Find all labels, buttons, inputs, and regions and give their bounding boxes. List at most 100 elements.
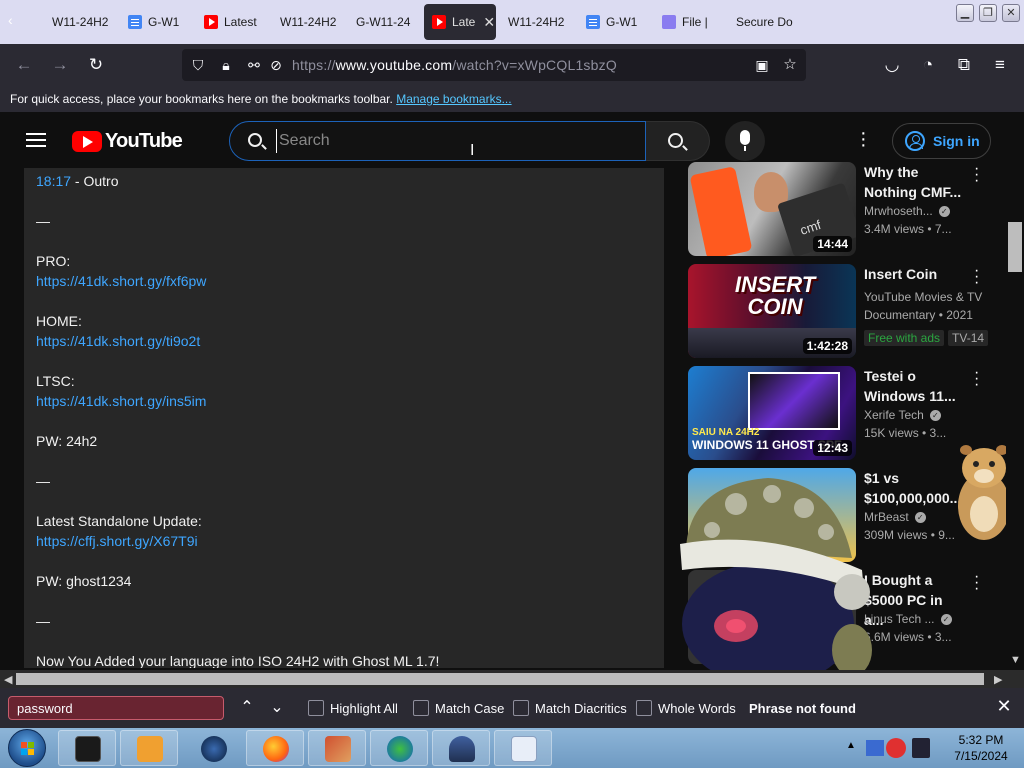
- video-title[interactable]: Testei o Windows 11...: [864, 366, 964, 406]
- tab-7[interactable]: W11-24H2: [496, 4, 574, 40]
- taskbar-app-tools[interactable]: [308, 730, 366, 766]
- tab-10[interactable]: Secure Do: [724, 4, 796, 40]
- search-button[interactable]: [646, 121, 710, 161]
- tab-4[interactable]: W11-24H2: [266, 4, 342, 40]
- extensions-icon[interactable]: ⧉: [952, 53, 976, 77]
- more-options-icon[interactable]: · · ·: [974, 263, 979, 291]
- video-title[interactable]: Why the Nothing CMF...: [864, 162, 964, 202]
- find-next-icon[interactable]: ⌄: [266, 697, 288, 719]
- match-diacritics-checkbox[interactable]: Match Diacritics: [513, 700, 627, 716]
- description-link[interactable]: https://41dk.short.gy/ins5im: [36, 391, 206, 411]
- tab-9[interactable]: File |: [650, 4, 722, 40]
- recommendation-item[interactable]: cmf 14:44 Why the Nothing CMF... Mrwhose…: [688, 161, 988, 258]
- tab-2[interactable]: G-W1: [116, 4, 190, 40]
- taskbar-app-globe[interactable]: [184, 730, 242, 766]
- search-box[interactable]: [229, 121, 646, 161]
- tab-1[interactable]: W11-24H2: [38, 4, 116, 40]
- channel-name[interactable]: Linus Tech ... ✓: [864, 612, 952, 626]
- notepad-icon: [511, 736, 537, 762]
- forward-icon[interactable]: →: [48, 53, 72, 77]
- maximize-button[interactable]: ❐: [979, 4, 997, 22]
- hamburger-menu-icon[interactable]: [26, 133, 46, 147]
- recommendation-item[interactable]: SAIU NA 24H2 WINDOWS 11 GHOST SPE 12:43 …: [688, 365, 988, 462]
- taskbar-app-media[interactable]: [120, 730, 178, 766]
- channel-name[interactable]: YouTube Movies & TV: [864, 290, 982, 304]
- more-options-icon[interactable]: · · ·: [974, 365, 979, 393]
- back-icon[interactable]: ←: [12, 53, 36, 77]
- channel-name[interactable]: Xerife Tech ✓: [864, 408, 941, 422]
- find-previous-icon[interactable]: ⌃: [236, 697, 258, 719]
- video-thumbnail[interactable]: cmf 14:44: [688, 162, 856, 256]
- tray-app-icon[interactable]: [886, 738, 906, 758]
- video-meta: 6.6M views • 3...: [864, 630, 952, 644]
- description-link[interactable]: https://cffj.short.gy/X67T9i: [36, 531, 198, 551]
- account-icon[interactable]: ◔: [916, 53, 940, 77]
- sign-in-button[interactable]: Sign in: [892, 123, 991, 159]
- tray-expand-icon[interactable]: ▲: [846, 740, 856, 751]
- tracking-off-icon[interactable]: ⊘: [264, 53, 288, 77]
- taskbar-app-network[interactable]: [432, 730, 490, 766]
- url-text[interactable]: https://www.youtube.com/watch?v=xWpCQL1s…: [292, 57, 617, 73]
- description-line: LTSC:: [36, 373, 75, 389]
- system-tray[interactable]: [860, 730, 940, 766]
- permissions-icon[interactable]: ⚯: [242, 53, 266, 77]
- timestamp-link[interactable]: 18:17: [36, 173, 71, 189]
- horizontal-scrollbar-thumb[interactable]: [16, 673, 984, 685]
- vertical-scrollbar[interactable]: ▼: [1006, 168, 1024, 670]
- minimize-button[interactable]: ▁: [956, 4, 974, 22]
- video-thumbnail[interactable]: INSERT COIN 1:42:28: [688, 264, 856, 358]
- system-clock[interactable]: 5:32 PM 7/15/2024: [944, 732, 1018, 764]
- horizontal-scrollbar[interactable]: ◀ ▶: [0, 670, 1024, 688]
- more-options-icon[interactable]: · · ·: [974, 161, 979, 189]
- close-tab-icon[interactable]: ✕: [483, 14, 495, 31]
- youtube-logo[interactable]: YouTube: [72, 130, 183, 153]
- close-find-bar-icon[interactable]: ✕: [994, 696, 1014, 717]
- taskbar: ▲ 5:32 PM 7/15/2024: [0, 728, 1024, 768]
- search-icon: [668, 133, 683, 148]
- tab-3[interactable]: Latest: [192, 4, 262, 40]
- menu-icon[interactable]: ≡: [988, 53, 1012, 77]
- tab-scroll-left-icon[interactable]: ‹: [8, 12, 13, 28]
- mushroom-mascot-overlay[interactable]: [676, 474, 876, 688]
- channel-name[interactable]: Mrwhoseth... ✓: [864, 204, 950, 218]
- voice-search-button[interactable]: [725, 121, 765, 161]
- close-window-button[interactable]: ✕: [1002, 4, 1020, 22]
- bookmark-star-icon[interactable]: ☆: [778, 53, 802, 77]
- recommendation-item[interactable]: INSERT COIN 1:42:28 Insert Coin YouTube …: [688, 263, 989, 360]
- video-title[interactable]: Insert Coin: [864, 264, 964, 284]
- find-input[interactable]: [8, 696, 224, 720]
- tab-8[interactable]: G-W1: [574, 4, 646, 40]
- reload-icon[interactable]: ↻: [84, 53, 108, 77]
- shield-icon[interactable]: ⛉: [186, 53, 210, 77]
- more-options-icon[interactable]: · · ·: [974, 569, 979, 597]
- taskbar-app-download-manager[interactable]: [370, 730, 428, 766]
- tab-active[interactable]: Late ✕: [424, 4, 496, 40]
- taskbar-app-notepad[interactable]: [494, 730, 552, 766]
- lock-icon[interactable]: 🔒︎: [214, 53, 238, 77]
- settings-kebab-icon[interactable]: · · ·: [860, 123, 867, 155]
- find-bar: ⌃ ⌄ Highlight All Match Case Match Diacr…: [0, 688, 1024, 728]
- start-button[interactable]: [8, 729, 46, 767]
- checkbox-icon: [513, 700, 529, 716]
- vertical-scrollbar-thumb[interactable]: [1008, 222, 1022, 272]
- taskbar-app-terminal[interactable]: [58, 730, 116, 766]
- description-link[interactable]: https://41dk.short.gy/ti9o2t: [36, 331, 200, 351]
- tab-5[interactable]: G-W11-24: [342, 4, 420, 40]
- highlight-all-checkbox[interactable]: Highlight All: [308, 700, 398, 716]
- scroll-down-icon[interactable]: ▼: [1010, 654, 1021, 666]
- tray-network-icon[interactable]: [912, 738, 930, 758]
- reader-view-icon[interactable]: ▣: [750, 53, 774, 77]
- match-case-checkbox[interactable]: Match Case: [413, 700, 504, 716]
- search-input[interactable]: [276, 129, 626, 153]
- url-bar[interactable]: ⛉ 🔒︎ ⚯ ⊘ https://www.youtube.com/watch?v…: [182, 49, 806, 81]
- tray-app-icon[interactable]: [866, 740, 884, 756]
- manage-bookmarks-link[interactable]: Manage bookmarks...: [396, 92, 511, 106]
- video-thumbnail[interactable]: SAIU NA 24H2 WINDOWS 11 GHOST SPE 12:43: [688, 366, 856, 460]
- scroll-right-icon[interactable]: ▶: [994, 673, 1002, 686]
- taskbar-app-firefox[interactable]: [246, 730, 304, 766]
- pocket-icon[interactable]: ◡: [880, 53, 904, 77]
- whole-words-checkbox[interactable]: Whole Words: [636, 700, 736, 716]
- scroll-left-icon[interactable]: ◀: [4, 673, 12, 686]
- video-duration: 14:44: [813, 236, 852, 252]
- description-link[interactable]: https://41dk.short.gy/fxf6pw: [36, 271, 206, 291]
